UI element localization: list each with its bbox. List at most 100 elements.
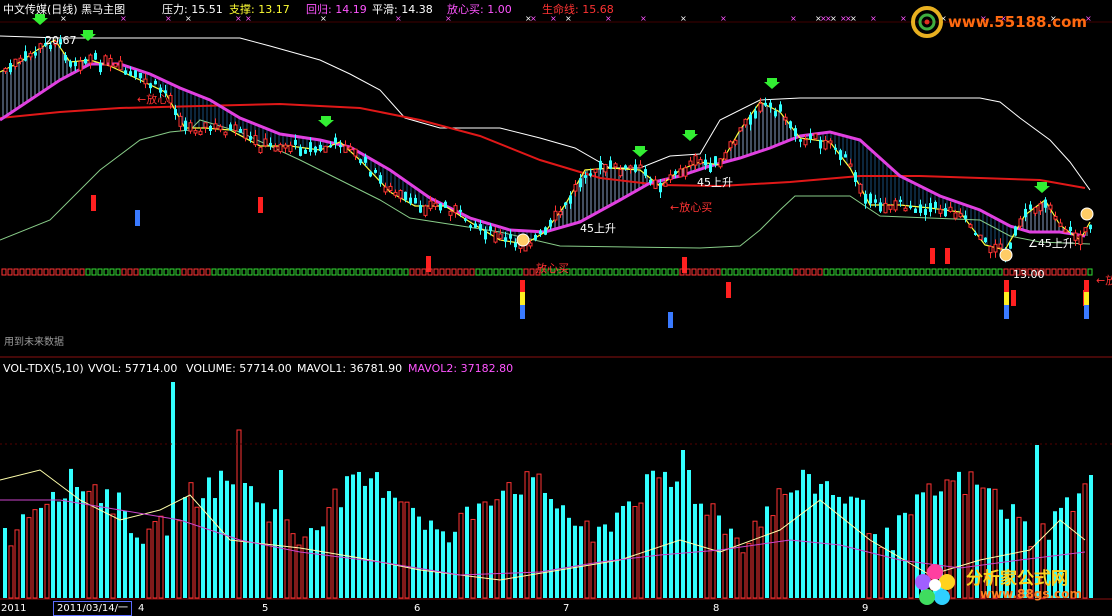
candle-body-up — [323, 145, 328, 153]
signal-strip-cell — [859, 268, 865, 276]
candle-body-down — [184, 120, 187, 131]
candle-body-down — [24, 51, 27, 61]
header-regression-value: 14.19 — [335, 3, 367, 16]
candle-body-down — [84, 58, 87, 64]
candle-body-down — [149, 83, 152, 89]
volume-bar-down — [549, 499, 553, 598]
signal-strip-cell — [85, 268, 91, 276]
candle-body-up — [143, 78, 148, 85]
candle-body-down — [134, 70, 137, 78]
signal-bar — [726, 282, 731, 298]
volume-bar-down — [69, 468, 73, 598]
volume-bar-down — [699, 503, 703, 598]
volume-bar-up — [8, 545, 14, 599]
volume-bar-down — [861, 499, 865, 598]
signal-strip-cell — [43, 268, 49, 276]
candle-body-up — [1018, 218, 1023, 227]
candle-body-down — [634, 164, 637, 172]
signal-strip-cell — [1051, 268, 1057, 276]
candle-body-up — [1078, 234, 1083, 245]
signal-bar — [945, 248, 950, 264]
signal-strip-cell — [811, 268, 817, 276]
candle-body-up — [213, 123, 218, 129]
candle-body-up — [188, 122, 193, 132]
signal-strip-cell — [949, 268, 955, 276]
candle-body-down — [544, 227, 547, 235]
volume-bar-down — [531, 477, 535, 598]
volume-mavol1: MAVOL1: 36781.90 — [297, 362, 402, 376]
candle-body-down — [124, 70, 127, 75]
signal-strip-cell — [259, 268, 265, 276]
chart-window[interactable]: × × × × × × × × × × × × × × × × × × × × × × × × × × × × × × × × 中文传媒(日线… — [0, 0, 1112, 616]
signal-strip-cell — [853, 268, 859, 276]
candle-body-up — [13, 58, 18, 67]
signal-strip-cell — [91, 268, 97, 276]
candle-body-up — [948, 206, 953, 212]
signal-strip-cell — [361, 268, 367, 276]
volume-bar-down — [423, 529, 427, 598]
volume-bar-down — [579, 526, 583, 598]
volume-bar-up — [494, 499, 500, 599]
signal-x-mark: × — [720, 14, 727, 23]
signal-strip-cell — [307, 268, 313, 276]
volume-bar-down — [651, 470, 655, 598]
signal-bar — [258, 197, 263, 213]
signal-strip-cell — [49, 268, 55, 276]
candle-body-up — [823, 139, 828, 150]
candle-body-down — [209, 125, 212, 132]
signal-strip-cell — [781, 268, 787, 276]
header-lifeline-label: 生命线: — [542, 3, 579, 16]
header-buy-value: 1.00 — [487, 3, 512, 16]
candle-body-up — [733, 139, 738, 145]
signal-strip-cell — [289, 268, 295, 276]
candle-body-up — [258, 146, 263, 154]
lifeline-red — [0, 102, 1086, 189]
signal-strip-cell — [871, 268, 877, 276]
sell-arrow-icon — [1034, 182, 1050, 193]
candle-body-down — [569, 195, 572, 204]
volume-bar-up — [746, 542, 752, 599]
axis-month-9: 9 — [862, 603, 869, 614]
signal-strip-cell — [487, 268, 493, 276]
header-pressure-value: 15.51 — [191, 3, 223, 16]
candle-body-up — [168, 94, 173, 104]
candle-body-down — [229, 124, 232, 131]
signal-strip-cell — [223, 268, 229, 276]
signal-strip-cell — [337, 268, 343, 276]
header-regression: 回归: 14.19 — [306, 3, 367, 17]
volume-bar-up — [776, 488, 782, 599]
signal-strip-cell — [1057, 268, 1063, 276]
signal-x-mark: × — [640, 14, 647, 23]
sell-arrow-icon — [80, 30, 96, 41]
signal-strip-cell — [571, 268, 577, 276]
volume-bar-down — [609, 531, 613, 598]
candle-body-up — [113, 62, 118, 68]
signal-strip-cell — [637, 268, 643, 276]
signal-strip-cell — [379, 268, 385, 276]
signal-strip-cell — [445, 268, 451, 276]
candle-body-up — [388, 185, 393, 191]
candle-body-down — [864, 194, 867, 204]
volume-bar-down — [321, 526, 325, 598]
signal-strip-cell — [607, 268, 613, 276]
candle-body-down — [584, 175, 587, 178]
volume-bar-down — [357, 471, 361, 598]
volume-bar-down — [129, 533, 133, 598]
signal-strip-cell — [763, 268, 769, 276]
candle-body-up — [613, 163, 618, 168]
volume-bar-up — [656, 477, 662, 599]
candle-body-down — [34, 52, 37, 56]
candle-body-down — [69, 61, 72, 67]
signal-bar — [1011, 290, 1016, 306]
sell-arrow-icon — [632, 146, 648, 157]
signal-bar — [135, 210, 140, 226]
volume-bar-up — [158, 515, 164, 599]
signal-strip-cell — [13, 268, 19, 276]
volume-vvol: VVOL: 57714.00 — [88, 362, 177, 376]
signal-x-mark: × — [530, 14, 537, 23]
candle-body-up — [263, 138, 268, 147]
volume-bar-up — [194, 506, 200, 599]
candle-body-up — [998, 243, 1003, 249]
volume-bar-up — [110, 513, 116, 599]
volume-bar-down — [279, 470, 283, 598]
